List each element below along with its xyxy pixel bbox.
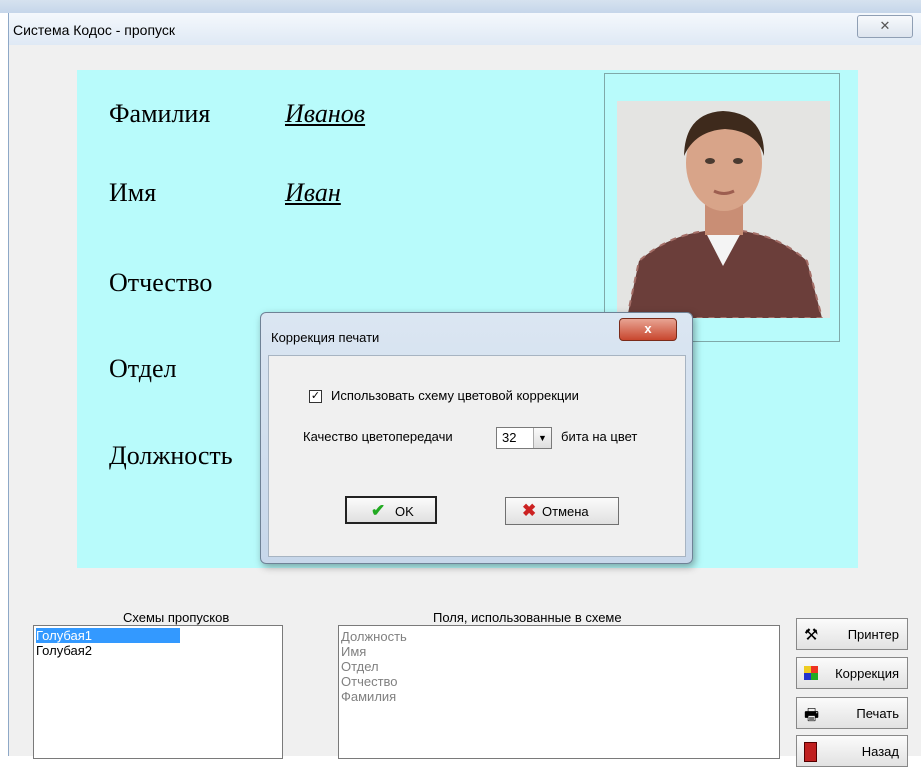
fields-used-label: Поля, использованные в схеме — [433, 610, 622, 625]
quality-select-value: 32 — [502, 430, 517, 445]
printer-button-label: Принтер — [847, 627, 899, 642]
window-titlebar: Система Кодос - пропуск ✕ — [9, 13, 921, 45]
dialog-body: ✓ Использовать схему цветовой коррекции … — [268, 355, 686, 557]
list-item[interactable]: Голубая1 — [36, 628, 180, 643]
background-window-strip — [0, 0, 921, 13]
print-correction-dialog: Коррекция печати x ✓ Использовать схему … — [260, 312, 693, 564]
value-surname: Иванов — [285, 99, 366, 128]
list-item[interactable]: Голубая2 — [36, 643, 92, 658]
dialog-title: Коррекция печати — [271, 330, 380, 345]
window-close-button[interactable]: ✕ — [857, 15, 913, 38]
cancel-button-label: Отмена — [542, 504, 589, 519]
label-position: Должность — [109, 441, 233, 470]
main-window: Система Кодос - пропуск ✕ Фамилия Иванов… — [8, 13, 921, 767]
quality-unit-label: бита на цвет — [561, 429, 638, 444]
label-patronymic: Отчество — [109, 268, 213, 297]
back-button[interactable]: Назад — [796, 735, 908, 767]
list-item[interactable]: Должность — [341, 629, 407, 644]
list-item[interactable]: Отдел — [341, 659, 379, 674]
person-photo — [617, 101, 830, 318]
list-item[interactable]: Имя — [341, 644, 366, 659]
label-name: Имя — [109, 178, 157, 207]
correction-button-label: Коррекция — [835, 666, 899, 681]
ok-button[interactable]: ✔ OK — [345, 496, 437, 524]
color-correction-checkbox-label[interactable]: Использовать схему цветовой коррекции — [331, 388, 579, 403]
list-item[interactable]: Отчество — [341, 674, 398, 689]
quality-label: Качество цветопередачи — [303, 429, 453, 444]
fields-used-list[interactable]: Должность Имя Отдел Отчество Фамилия — [338, 625, 780, 759]
dropdown-arrow-icon[interactable]: ▼ — [533, 428, 551, 448]
color-scheme-icon — [804, 666, 818, 685]
x-icon: ✖ — [522, 501, 537, 520]
ok-button-label: OK — [395, 504, 414, 519]
label-department: Отдел — [109, 354, 177, 383]
print-button-label: Печать — [856, 706, 899, 721]
dialog-close-button[interactable]: x — [619, 318, 677, 341]
quality-select[interactable]: 32 ▼ — [496, 427, 552, 449]
color-correction-checkbox[interactable]: ✓ — [309, 390, 322, 403]
printer-settings-icon: ⚒ — [804, 627, 819, 644]
list-item[interactable]: Фамилия — [341, 689, 396, 704]
printer-icon: 🖶 — [804, 707, 820, 724]
label-surname: Фамилия — [109, 99, 211, 128]
window-title: Система Кодос - пропуск — [13, 22, 176, 38]
photo-frame — [604, 73, 840, 342]
printer-button[interactable]: ⚒ Принтер — [796, 618, 908, 650]
schemes-list[interactable]: Голубая1 Голубая2 — [33, 625, 283, 759]
value-name: Иван — [285, 178, 341, 207]
cancel-button[interactable]: ✖ Отмена — [505, 497, 619, 525]
window-client-area: Фамилия Иванов Имя Иван Отчество Отдел Д… — [9, 45, 921, 767]
correction-button[interactable]: Коррекция — [796, 657, 908, 689]
exit-door-icon — [804, 742, 817, 767]
back-button-label: Назад — [861, 744, 899, 759]
checkmark-icon: ✔ — [371, 501, 386, 520]
print-button[interactable]: 🖶 Печать — [796, 697, 908, 729]
schemes-label: Схемы пропусков — [123, 610, 230, 625]
